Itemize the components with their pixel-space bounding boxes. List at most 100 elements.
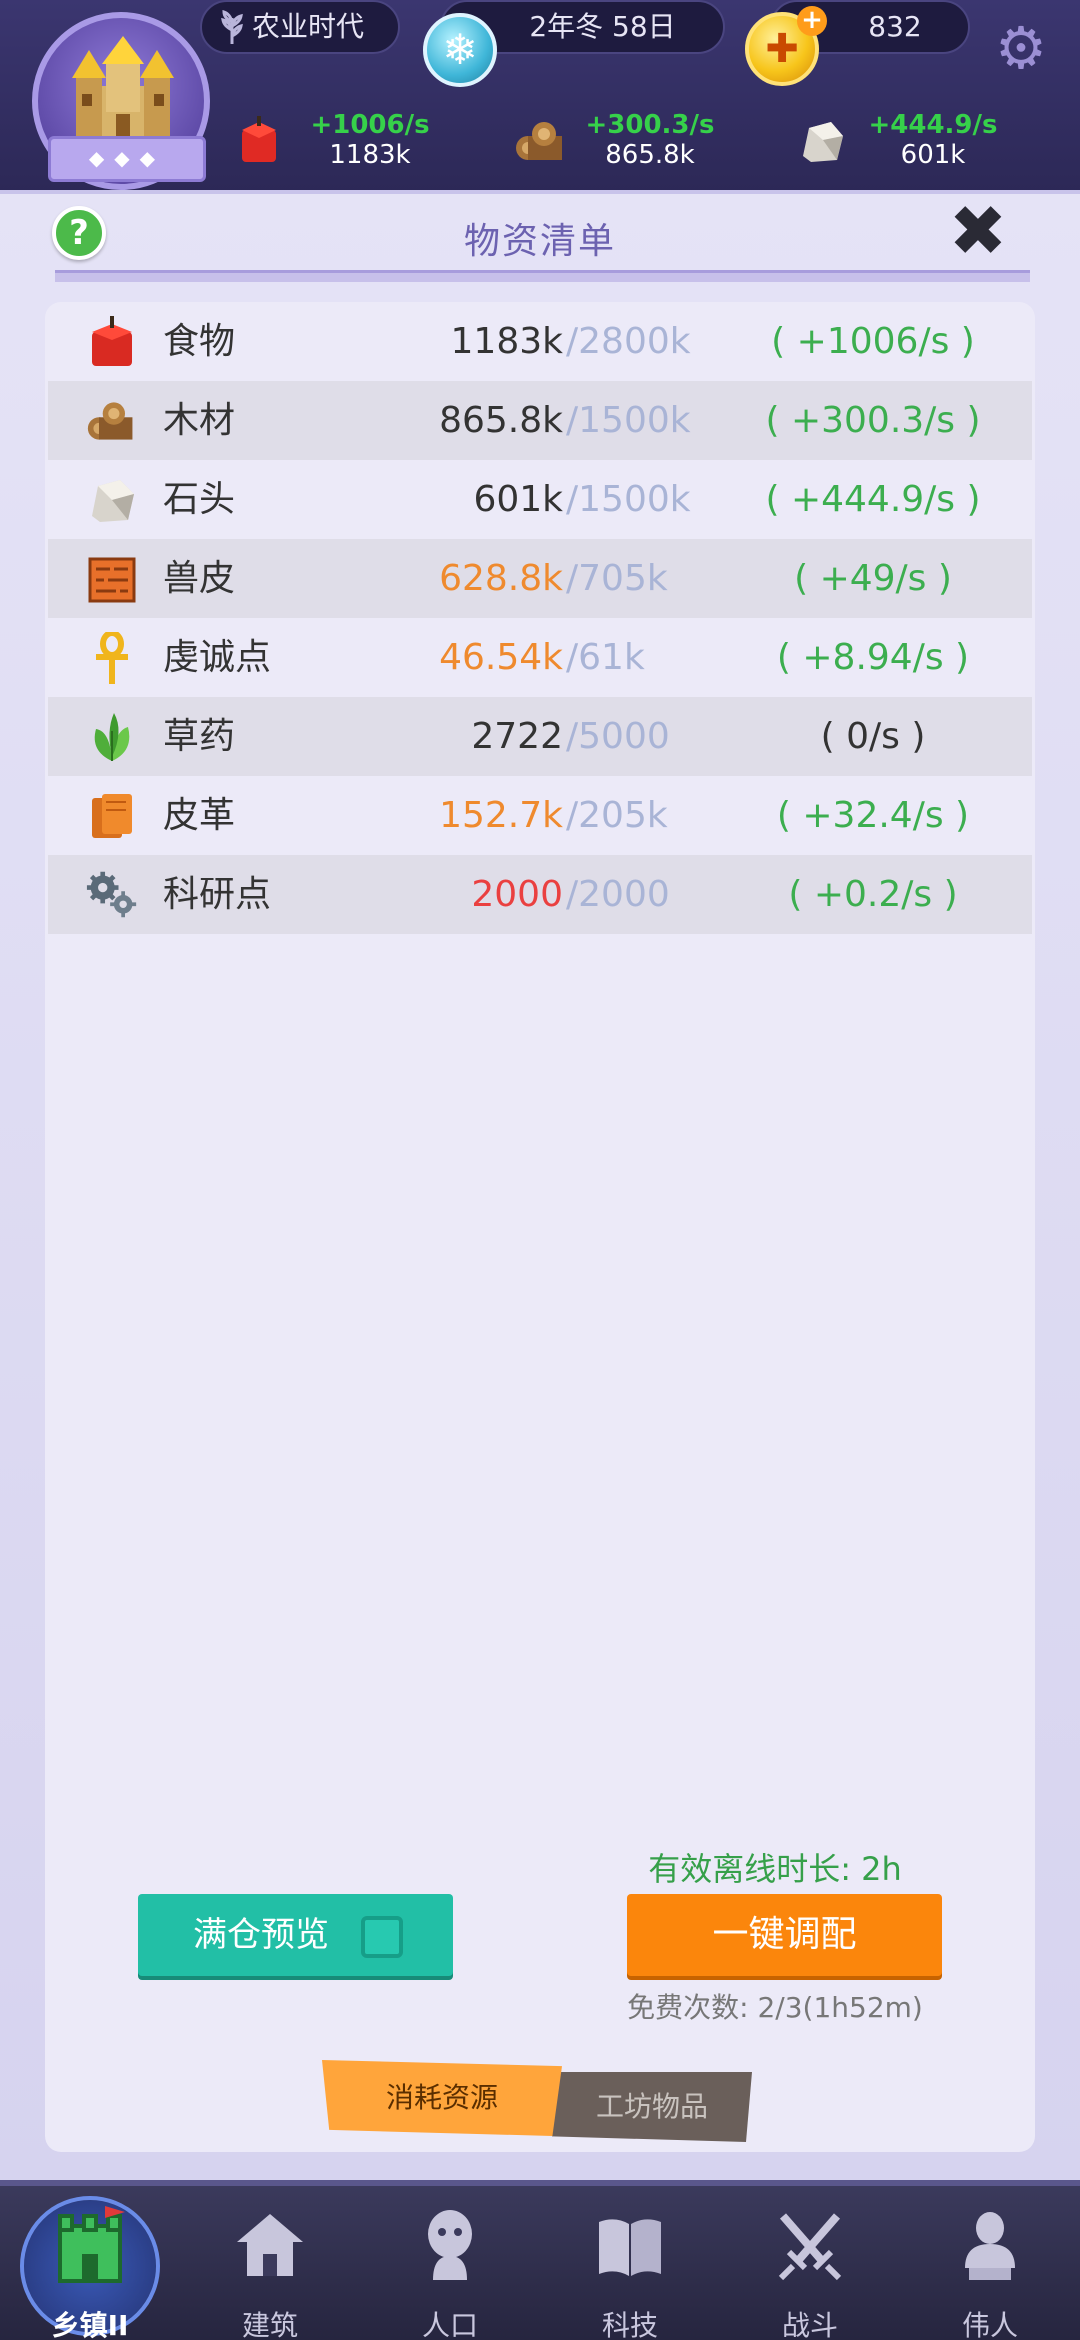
hud-resource-stone[interactable]: +444.9/s 601k [783,110,1013,180]
bust-icon [965,2212,1015,2280]
hud-resource-food[interactable]: +1006/s 1183k [220,110,450,180]
hud-wood-amount: 865.8k [605,140,695,170]
nav-town[interactable]: 乡镇II [0,2186,180,2340]
resource-current: 2722 [471,716,563,757]
nav-label: 建筑 [241,2309,298,2340]
resource-cap: /1500k [566,400,691,441]
resource-name: 食物 [163,321,236,362]
inventory-panel: ? 物资清单 ✖ 食物 1183k /2800k ( +1006/s ) 木材 [0,190,1080,2340]
nav-label: 人口 [421,2309,478,2340]
tab-workshop-items[interactable]: 工坊物品 [552,2072,752,2142]
wood-logs-icon [87,402,133,440]
panel-title: 物资清单 [463,221,616,262]
hud-resource-wood[interactable]: +300.3/s 865.8k [500,110,730,180]
resource-cap: /61k [566,637,645,678]
resource-current: 152.7k [439,795,563,836]
resource-current: 1183k [450,321,563,362]
close-button[interactable]: ✖ [945,196,1011,266]
swords-icon [778,2213,842,2281]
resource-current: 2000 [471,874,563,915]
stone-icon [803,122,843,162]
one-click-allocate-button[interactable]: 一键调配 [627,1894,942,1976]
hud-stone-rate: +444.9/s [868,110,998,140]
resource-rate: ( +32.4/s ) [776,795,970,836]
era-label: 农业时代 [252,10,365,43]
hide-icon [88,557,136,603]
free-count: 免费次数: 2/3(1h52m) [627,1991,923,2024]
list-item[interactable]: 草药 2722 /5000 ( 0/s ) [48,697,1032,776]
nav-technology[interactable]: 科技 [540,2186,720,2340]
snowflake-icon[interactable]: ❄ [423,13,497,87]
food-icon [242,116,276,162]
nav-battle[interactable]: 战斗 [720,2186,900,2340]
resource-name: 草药 [163,716,236,757]
ankh-icon [96,632,128,684]
list-item[interactable]: 虔诚点 46.54k /61k ( +8.94/s ) [48,618,1032,697]
resource-cap: /2000 [566,874,670,915]
resource-current: 628.8k [439,558,563,599]
resource-current: 601k [473,479,563,520]
nav-label: 伟人 [961,2309,1018,2340]
nav-label: 科技 [601,2309,658,2340]
offline-duration: 有效离线时长: 2h [648,1850,902,1888]
resource-cap: /2800k [566,321,691,362]
resource-strip: +1006/s 1183k +300.3/s 865.8k +444.9/s 6… [0,110,1080,180]
wood-icon [516,122,562,160]
nav-label: 战斗 [781,2309,838,2340]
list-item[interactable]: 皮革 152.7k /205k ( +32.4/s ) [48,776,1032,855]
stone-icon [92,480,134,522]
top-hud: 农业时代 2年冬 58日 ❄ 832 ✚ + ⚙ ◆◆◆ +1006/s 118… [0,0,1080,195]
nav-buildings[interactable]: 建筑 [180,2186,360,2340]
nav-label: 乡镇II [51,2309,129,2340]
resource-rate: ( 0/s ) [820,716,926,757]
apple-icon [92,316,132,366]
era-pill[interactable]: 农业时代 [200,0,400,54]
resource-rate: ( +49/s ) [794,558,952,599]
list-item[interactable]: 石头 601k /1500k ( +444.9/s ) [48,460,1032,539]
gears-icon [86,871,137,918]
resource-rate: ( +444.9/s ) [765,479,981,520]
preview-label: 满仓预览 [193,1915,329,1955]
list-item[interactable]: 木材 865.8k /1500k ( +300.3/s ) [48,381,1032,460]
hud-stone-amount: 601k [900,140,966,170]
resource-rate: ( +1006/s ) [771,321,975,362]
town-icon [58,2206,125,2283]
leather-icon [92,794,132,838]
gold-coin-icon[interactable]: ✚ + [745,6,827,86]
resource-current: 865.8k [439,400,563,441]
gold-amount: 832 [868,10,922,43]
tab-consume-resources[interactable]: 消耗资源 [322,2060,562,2136]
resource-rate: ( +0.2/s ) [788,874,958,915]
list-item[interactable]: 食物 1183k /2800k ( +1006/s ) [48,302,1032,381]
date-label: 2年冬 58日 [529,10,676,43]
resource-cap: /1500k [566,479,691,520]
resource-cap: /705k [566,558,668,599]
nav-great-people[interactable]: 伟人 [900,2186,1080,2340]
resource-current: 46.54k [439,637,563,678]
resource-cap: /5000 [566,716,670,757]
hud-food-rate: +1006/s [310,110,430,140]
resource-name: 石头 [163,479,236,520]
wheat-icon [221,10,243,44]
nav-population[interactable]: 人口 [360,2186,540,2340]
resource-name: 木材 [163,400,236,441]
full-storage-preview-button[interactable]: 满仓预览 [138,1894,453,1976]
resource-rate: ( +8.94/s ) [776,637,970,678]
house-icon [237,2214,303,2276]
hud-food-amount: 1183k [329,140,411,170]
resource-cap: /205k [566,795,668,836]
resource-rate: ( +300.3/s ) [765,400,981,441]
preview-checkbox[interactable] [361,1916,403,1958]
hud-wood-rate: +300.3/s [585,110,715,140]
gear-icon[interactable]: ⚙ [990,18,1052,80]
person-icon [428,2210,472,2280]
resource-name: 皮革 [163,795,236,836]
resource-name: 兽皮 [163,558,236,599]
title-divider [55,270,1030,282]
book-icon [599,2219,661,2276]
bottom-nav: 乡镇II 建筑 人口 科技 战斗 伟人 [0,2180,1080,2340]
add-gold-icon[interactable]: + [797,6,827,36]
list-item[interactable]: 兽皮 628.8k /705k ( +49/s ) [48,539,1032,618]
list-item[interactable]: 科研点 2000 /2000 ( +0.2/s ) [48,855,1032,934]
herb-icon [94,713,130,761]
